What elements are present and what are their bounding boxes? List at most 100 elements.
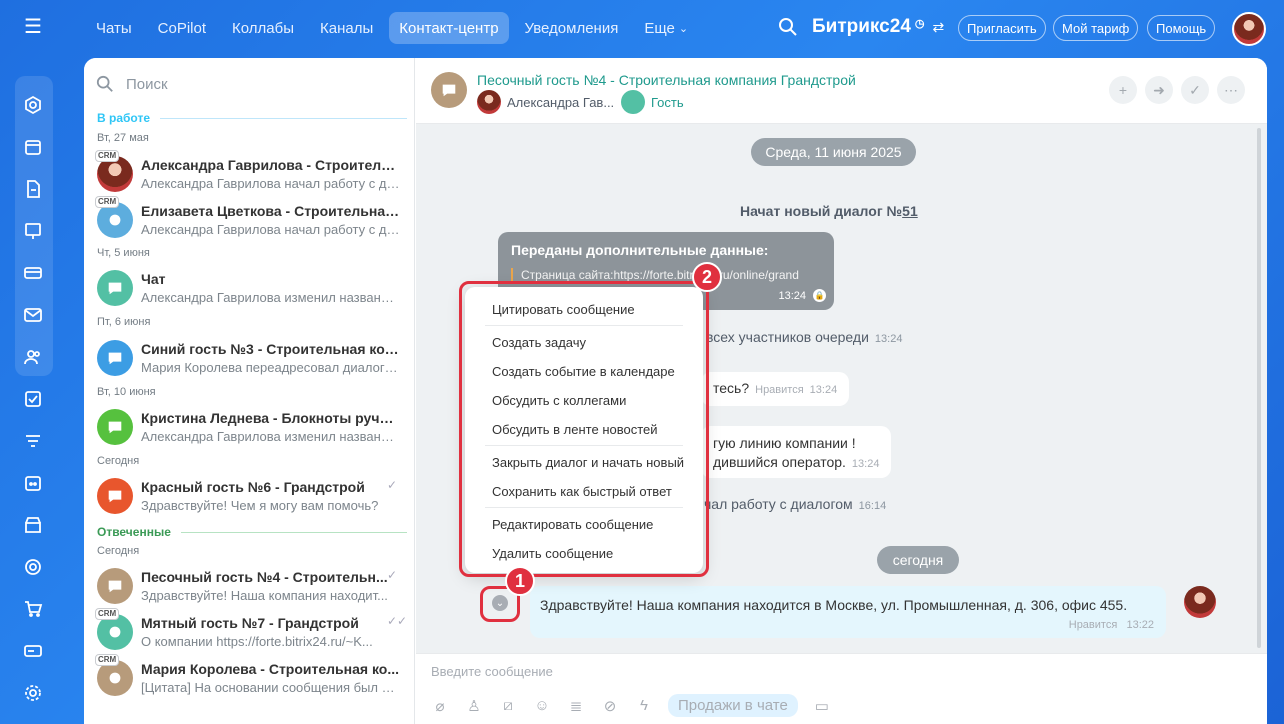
- tab-more[interactable]: Еще ⌄: [634, 12, 698, 44]
- list-item[interactable]: CRM Мятный гость №7 - Грандстрой О компа…: [84, 608, 415, 656]
- search-icon: [96, 75, 113, 92]
- chat-icon: [442, 84, 456, 97]
- hexagon-icon[interactable]: [20, 92, 46, 118]
- like-button[interactable]: Нравится: [1069, 619, 1118, 631]
- left-rail: ☰: [0, 0, 66, 724]
- item-subtitle: Здравствуйте! Наша компания находит...: [141, 588, 388, 603]
- member-name: Гость: [651, 94, 684, 110]
- contacts-icon[interactable]: [20, 344, 46, 370]
- chat-title[interactable]: Песочный гость №4 - Строительная компани…: [477, 72, 856, 88]
- add-user-icon[interactable]: +: [1109, 76, 1137, 104]
- tab-more-label: Еще: [644, 19, 675, 37]
- brand-logo[interactable]: Битрикс24 ◷ ⇄: [812, 16, 944, 38]
- avatar: [477, 90, 501, 114]
- message-input[interactable]: Введите сообщение: [431, 664, 553, 679]
- message-bubble[interactable]: тесь? Нравится 13:24: [701, 372, 850, 406]
- search-box[interactable]: Поиск: [96, 74, 168, 94]
- section-answered-label: Отвеченные: [97, 525, 171, 539]
- item-title: Елизавета Цветкова - Строительная ...: [141, 203, 401, 219]
- item-title: Чат: [141, 271, 166, 287]
- member-operator[interactable]: Александра Гав...: [477, 90, 614, 114]
- hide-icon[interactable]: ⊘: [600, 697, 620, 715]
- item-subtitle: Александра Гаврилова изменил название...: [141, 429, 401, 444]
- new-dialog-text: Начат новый диалог №: [740, 203, 903, 219]
- scrollbar[interactable]: [1257, 128, 1261, 648]
- message-time: 13:24: [874, 333, 903, 345]
- like-button[interactable]: Нравится: [755, 384, 804, 396]
- list-item[interactable]: Песочный гость №4 - Строительн... Здравс…: [84, 564, 415, 610]
- sales-chip[interactable]: Продажи в чате: [668, 694, 798, 717]
- date-label: Сегодня: [97, 455, 140, 467]
- tab-copilot[interactable]: CoPilot: [148, 12, 216, 44]
- message-time: 13:22: [1126, 619, 1154, 631]
- lightning-icon[interactable]: ϟ: [634, 697, 654, 714]
- template-icon[interactable]: ≣: [566, 697, 586, 715]
- member-name: Александра Гав...: [507, 94, 615, 110]
- filter-icon[interactable]: [20, 428, 46, 454]
- member-guest[interactable]: Гость: [621, 90, 684, 114]
- divider: [160, 117, 407, 119]
- header-actions: + ➜ ✓ ⋯: [1109, 76, 1245, 104]
- smile-icon[interactable]: ☺: [532, 697, 552, 714]
- list-item[interactable]: Красный гость №6 - Грандстрой Здравствуй…: [84, 474, 415, 520]
- store-icon[interactable]: [20, 512, 46, 538]
- list-item[interactable]: CRM Александра Гаврилова - Строительн...…: [84, 150, 415, 198]
- tab-collabs[interactable]: Коллабы: [222, 12, 304, 44]
- message-bubble[interactable]: гую линию компании ! дившийся оператор. 1…: [701, 426, 892, 478]
- list-item[interactable]: CRM Елизавета Цветкова - Строительная ..…: [84, 196, 415, 244]
- forward-icon[interactable]: ➜: [1145, 76, 1173, 104]
- date-label: Вт, 27 мая: [97, 132, 149, 144]
- chat-avatar[interactable]: [431, 72, 467, 108]
- settings-icon[interactable]: [20, 680, 46, 706]
- user-icon[interactable]: ♙: [464, 697, 484, 715]
- card-icon[interactable]: [20, 260, 46, 286]
- tab-notifications[interactable]: Уведомления: [515, 12, 629, 44]
- calendar-icon[interactable]: [20, 134, 46, 160]
- my-message-bubble[interactable]: Здравствуйте! Наша компания находится в …: [530, 586, 1166, 638]
- cart-icon[interactable]: [20, 596, 46, 622]
- item-subtitle: Александра Гаврилова начал работу с ди..…: [141, 176, 401, 191]
- booking-icon[interactable]: [20, 470, 46, 496]
- system-text: чал работу с диалогом: [704, 496, 853, 512]
- tab-contact-center[interactable]: Контакт-центр: [389, 12, 509, 44]
- search-icon[interactable]: [778, 17, 798, 37]
- tariff-button[interactable]: Мой тариф: [1053, 15, 1139, 41]
- crm-badge: CRM: [95, 196, 120, 208]
- tab-channels[interactable]: Каналы: [310, 12, 383, 44]
- lock-icon: 🔒: [813, 289, 826, 302]
- list-item[interactable]: CRM Мария Королева - Строительная ко... …: [84, 654, 415, 702]
- message-text: тесь?: [713, 380, 750, 396]
- message-text: гую линию компании !: [713, 435, 856, 451]
- terminal-icon[interactable]: [20, 638, 46, 664]
- attach-icon[interactable]: ⌀: [430, 697, 450, 715]
- chat-icon: [109, 626, 121, 638]
- chat-icon: [108, 490, 122, 503]
- top-nav: Чаты CoPilot Коллабы Каналы Контакт-цент…: [86, 10, 698, 46]
- chat-icon: [108, 421, 122, 434]
- message-text: Здравствуйте! Наша компания находится в …: [540, 597, 1128, 613]
- chat-icon: [109, 672, 121, 684]
- dialog-number-link[interactable]: 51: [902, 203, 918, 219]
- message-time: 13:24: [809, 384, 838, 396]
- screen-icon[interactable]: ▭: [812, 697, 832, 715]
- help-button[interactable]: Помощь: [1147, 15, 1216, 41]
- message-composer: Введите сообщение ⌀ ♙ ⧄ ☺ ≣ ⊘ ϟ Продажи …: [416, 653, 1267, 724]
- finish-icon[interactable]: ✓: [1181, 76, 1209, 104]
- target-icon[interactable]: [20, 554, 46, 580]
- chat-icon: [108, 580, 122, 593]
- slash-command-icon[interactable]: ⧄: [498, 697, 518, 714]
- message-time: 13:24: [851, 458, 880, 470]
- mail-icon[interactable]: [20, 302, 46, 328]
- system-message: чал работу с диалогом 16:14: [704, 496, 886, 512]
- menu-icon[interactable]: ☰: [22, 17, 44, 37]
- list-item[interactable]: Чат Александра Гаврилова изменил названи…: [84, 266, 415, 312]
- presentation-icon[interactable]: [20, 218, 46, 244]
- more-icon[interactable]: ⋯: [1217, 76, 1245, 104]
- invite-button[interactable]: Пригласить: [958, 15, 1046, 41]
- list-item[interactable]: Синий гость №3 - Строительная комп... Ма…: [84, 336, 415, 382]
- tab-chats[interactable]: Чаты: [86, 12, 142, 44]
- tasks-icon[interactable]: [20, 386, 46, 412]
- document-icon[interactable]: [20, 176, 46, 202]
- list-item[interactable]: Кристина Леднева - Блокноты ручно... Але…: [84, 405, 415, 451]
- user-avatar[interactable]: [1232, 12, 1266, 46]
